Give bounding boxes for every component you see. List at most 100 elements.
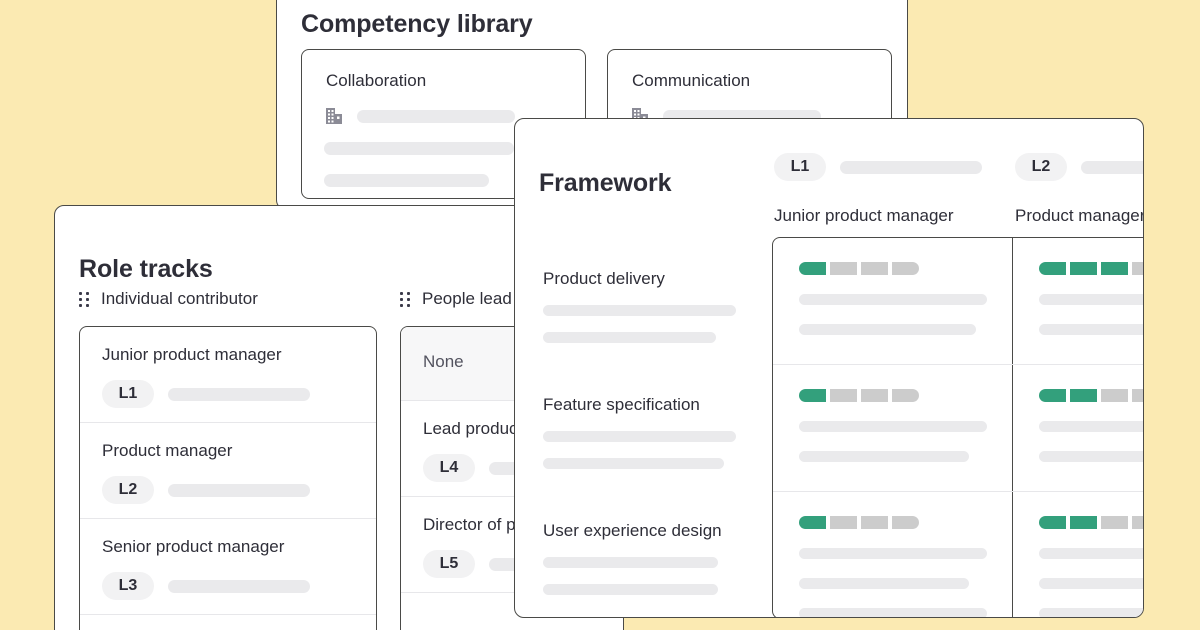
skeleton-bar xyxy=(799,294,987,305)
meter-segment xyxy=(830,389,857,402)
skeleton-bar xyxy=(1039,451,1143,462)
framework-matrix xyxy=(772,237,1143,617)
framework-level-role-name: Product manager xyxy=(1015,206,1144,225)
framework-matrix-row xyxy=(773,365,1143,492)
role-level-row: L1 xyxy=(102,380,354,408)
role-name: Product manager xyxy=(102,441,233,460)
skeleton-bar xyxy=(840,160,982,174)
framework-level-header-row: L2 xyxy=(1015,153,1143,181)
role-list-item[interactable]: Senior product manager L3 xyxy=(80,519,376,615)
skeleton-bar xyxy=(543,557,718,568)
role-track-name: People lead xyxy=(422,289,512,308)
meter-segment xyxy=(1070,516,1097,529)
proficiency-meter xyxy=(799,262,986,275)
role-list-item[interactable]: Junior product manager L1 xyxy=(80,327,376,423)
competency-card-title: Communication xyxy=(632,71,751,90)
skeleton-bar xyxy=(168,579,310,593)
level-badge: L3 xyxy=(102,572,154,600)
role-level-row: L3 xyxy=(102,572,354,600)
meter-segment xyxy=(799,262,826,275)
role-level-row: L2 xyxy=(102,476,354,504)
role-list-item[interactable] xyxy=(80,615,376,630)
skeleton-bar xyxy=(1039,578,1143,589)
skeleton-bar xyxy=(168,483,310,497)
meter-segment xyxy=(1070,262,1097,275)
level-badge: L1 xyxy=(102,380,154,408)
meter-segment xyxy=(1101,516,1128,529)
framework-level-header[interactable]: L2 Product manager xyxy=(1015,153,1144,226)
proficiency-meter xyxy=(1039,389,1143,402)
meter-segment xyxy=(799,516,826,529)
skeleton-bar xyxy=(1039,421,1143,432)
skeleton-bar xyxy=(543,584,718,595)
skeleton-bar xyxy=(799,451,969,462)
skeleton-bar xyxy=(799,578,969,589)
framework-level-headers: L1 Junior product manager L2 Product man… xyxy=(774,153,1144,226)
meter-segment xyxy=(1101,262,1128,275)
skeleton-bar xyxy=(1039,324,1143,335)
meter-segment xyxy=(1132,389,1143,402)
level-badge: L5 xyxy=(423,550,475,578)
framework-matrix-cell[interactable] xyxy=(1013,365,1143,491)
framework-row-labels: Product delivery Feature specification U… xyxy=(543,269,773,617)
role-name: Junior product manager xyxy=(102,345,282,364)
canvas: Competency library Collaboration Communi… xyxy=(0,0,1200,630)
framework-matrix-row xyxy=(773,238,1143,365)
framework-matrix-cell[interactable] xyxy=(1013,238,1143,364)
skeleton-bar xyxy=(543,305,736,316)
framework-matrix-row xyxy=(773,492,1143,617)
skeleton-bar xyxy=(1039,548,1143,559)
framework-level-header[interactable]: L1 Junior product manager xyxy=(774,153,1014,226)
framework-panel: Framework L1 Junior product manager L2 P… xyxy=(514,118,1144,618)
competency-name: User experience design xyxy=(543,521,722,540)
competency-card-title: Collaboration xyxy=(326,71,427,90)
framework-matrix-cell[interactable] xyxy=(773,492,1013,617)
framework-row-label: Feature specification xyxy=(543,395,773,521)
level-badge: L2 xyxy=(102,476,154,504)
skeleton-bar xyxy=(1039,294,1143,305)
meter-segment xyxy=(892,262,919,275)
framework-matrix-cell[interactable] xyxy=(773,238,1013,364)
meter-segment xyxy=(1039,516,1066,529)
competency-name: Feature specification xyxy=(543,395,700,414)
framework-level-role-name: Junior product manager xyxy=(774,206,954,225)
skeleton-bar xyxy=(324,174,489,187)
skeleton-bar xyxy=(543,332,716,343)
framework-row-label: Product delivery xyxy=(543,269,773,395)
framework-title: Framework xyxy=(539,168,672,197)
drag-handle-icon[interactable] xyxy=(400,291,410,307)
skeleton-bar xyxy=(543,431,736,442)
role-track-header[interactable]: Individual contributor xyxy=(79,287,377,311)
meter-segment xyxy=(1101,389,1128,402)
meter-segment xyxy=(1132,262,1143,275)
framework-row-label: User experience design xyxy=(543,521,773,617)
proficiency-meter xyxy=(799,389,986,402)
framework-matrix-cell[interactable] xyxy=(1013,492,1143,617)
meter-segment xyxy=(861,516,888,529)
skeleton-bar xyxy=(357,110,515,123)
meter-segment xyxy=(1132,516,1143,529)
skeleton-bar xyxy=(799,548,987,559)
drag-handle-icon[interactable] xyxy=(79,291,89,307)
meter-segment xyxy=(892,516,919,529)
skeleton-bar xyxy=(1039,608,1143,617)
skeleton-bar xyxy=(799,421,987,432)
role-tracks-title: Role tracks xyxy=(79,254,213,283)
framework-matrix-cell[interactable] xyxy=(773,365,1013,491)
meter-segment xyxy=(830,516,857,529)
meter-segment xyxy=(892,389,919,402)
meter-segment xyxy=(1039,389,1066,402)
role-list: Junior product manager L1 Product manage… xyxy=(79,326,377,630)
competency-library-title: Competency library xyxy=(301,9,533,38)
meter-segment xyxy=(830,262,857,275)
skeleton-bar xyxy=(324,142,514,155)
role-track-name: Individual contributor xyxy=(101,289,258,308)
role-track-column-individual-contributor: Individual contributor Junior product ma… xyxy=(79,287,377,630)
level-badge: L4 xyxy=(423,454,475,482)
level-badge: L2 xyxy=(1015,153,1067,181)
role-list-item[interactable]: Product manager L2 xyxy=(80,423,376,519)
proficiency-meter xyxy=(1039,262,1143,275)
meter-segment xyxy=(1070,389,1097,402)
skeleton-bar xyxy=(799,324,976,335)
meter-segment xyxy=(1039,262,1066,275)
